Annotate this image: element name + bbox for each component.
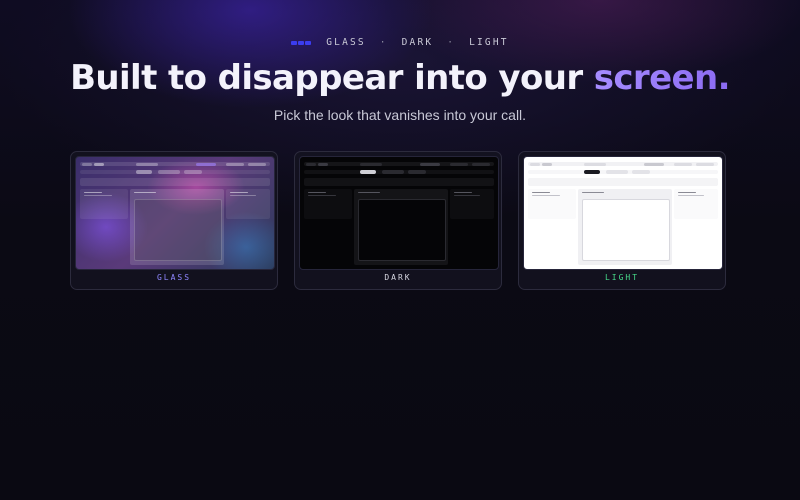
mini-app-screenshot: [300, 157, 498, 269]
eyebrow-glass: GLASS: [326, 37, 366, 48]
mini-app-screenshot: [524, 157, 722, 269]
theme-label-glass: GLASS: [156, 273, 192, 282]
theme-preview-light: [523, 156, 723, 270]
mini-app-screenshot: [76, 157, 274, 269]
theme-label-dark: DARK: [384, 273, 412, 282]
theme-card-glass[interactable]: GLASS: [70, 151, 278, 290]
headline-main: Built to disappear into your: [70, 58, 594, 98]
eyebrow-separator: ·: [447, 37, 456, 48]
eyebrow-dark: DARK: [401, 37, 434, 48]
page-headline: Built to disappear into your screen.: [0, 58, 800, 98]
theme-eyebrow: GLASS · DARK · LIGHT: [0, 37, 800, 48]
theme-card-dark[interactable]: DARK: [294, 151, 502, 290]
page-subtitle: Pick the look that vanishes into your ca…: [273, 107, 527, 123]
theme-preview-glass: [75, 156, 275, 270]
theme-label-light: LIGHT: [604, 273, 640, 282]
theme-card-light[interactable]: LIGHT: [518, 151, 726, 290]
eyebrow-light: LIGHT: [469, 37, 509, 48]
theme-preview-dark: [299, 156, 499, 270]
headline-accent: screen.: [593, 58, 731, 98]
eyebrow-dots-icon: [291, 37, 312, 48]
eyebrow-separator: ·: [379, 37, 388, 48]
